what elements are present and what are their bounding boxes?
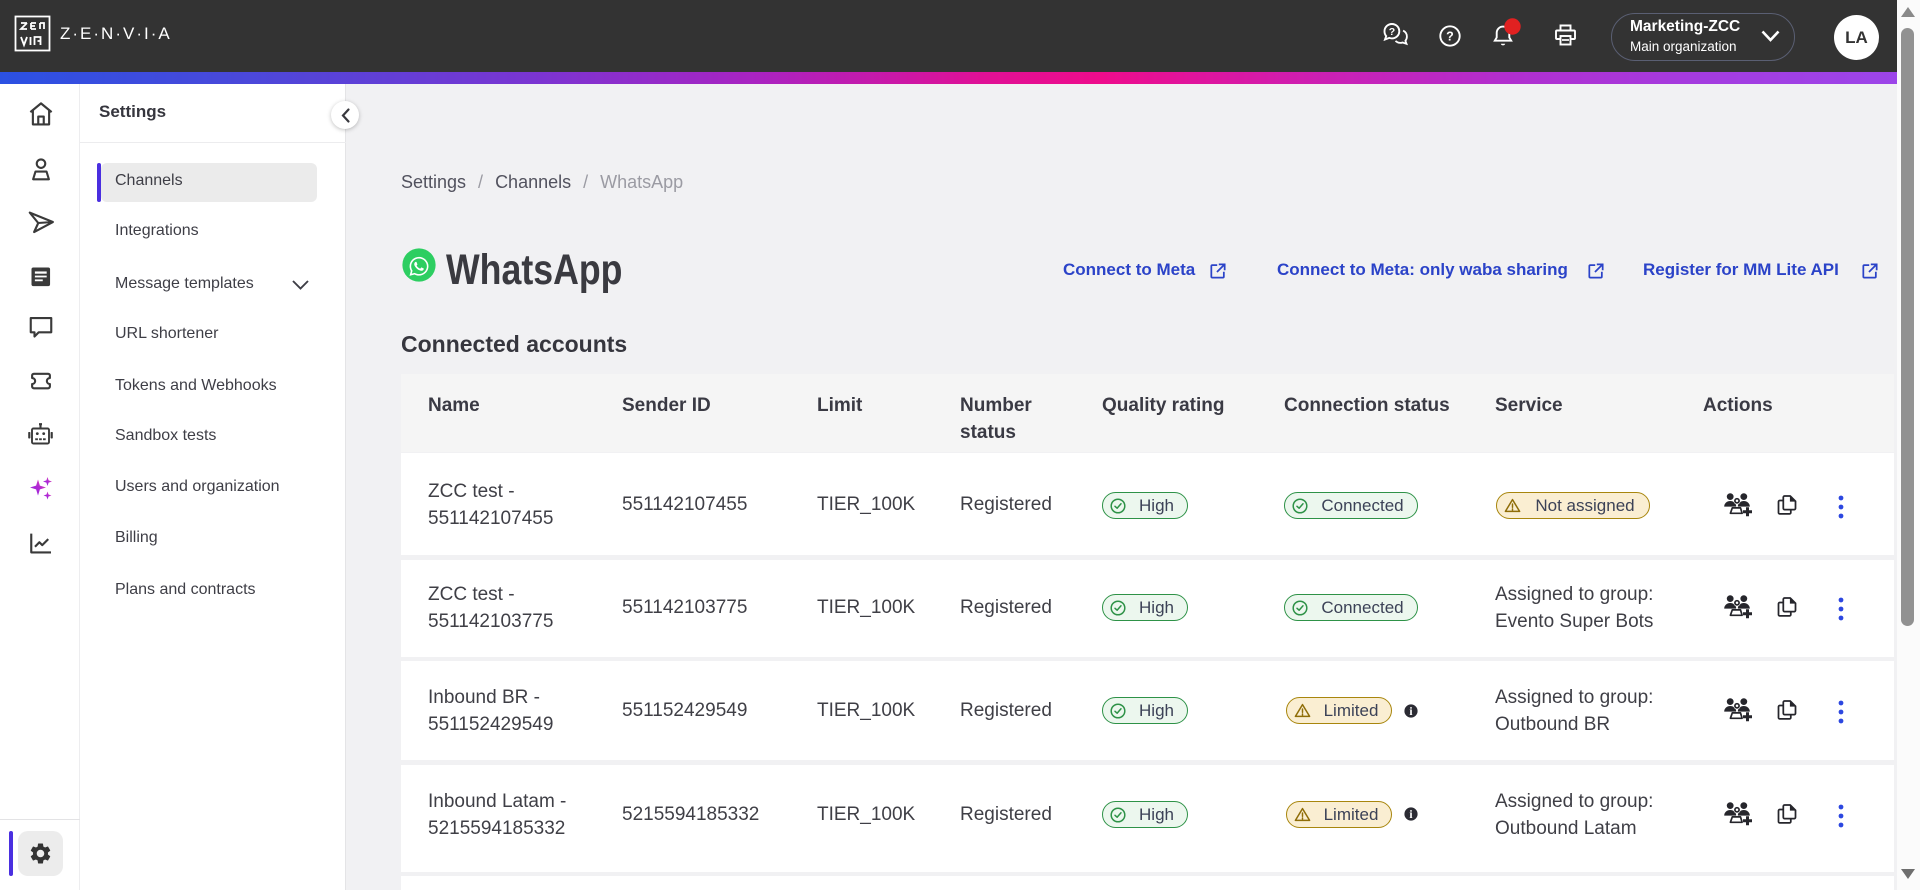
svg-text:?: ?: [1389, 26, 1395, 38]
svg-text:?: ?: [1446, 29, 1454, 43]
